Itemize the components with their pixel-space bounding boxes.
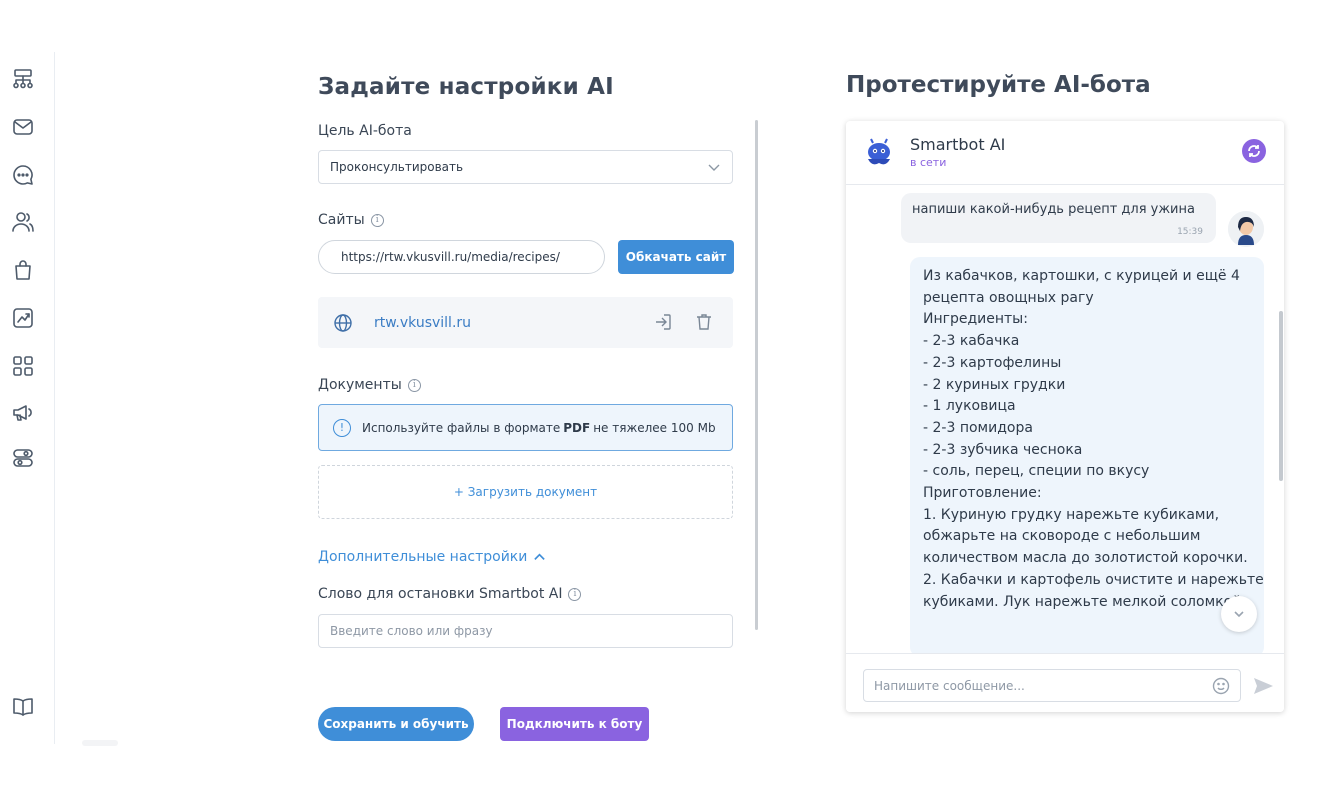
chat-footer: Напишите сообщение... xyxy=(846,653,1284,712)
mail-icon[interactable] xyxy=(10,114,36,140)
goal-label-text: Цель AI-бота xyxy=(318,123,412,139)
goal-select-value: Проконсультировать xyxy=(330,160,464,174)
bot-message-line: - 2-3 картофелины xyxy=(923,354,1062,371)
bot-message-line: Ингредиенты: xyxy=(923,311,1028,328)
site-url-value: https://rtw.vkusvill.ru/media/recipes/ xyxy=(341,250,560,264)
megaphone-icon[interactable] xyxy=(10,399,36,425)
user-message-time: 15:39 xyxy=(1177,227,1203,237)
chat-header: Smartbot AI в сети xyxy=(846,121,1284,185)
site-item-name[interactable]: rtw.vkusvill.ru xyxy=(374,315,471,331)
bot-message-line: Из кабачков, картошки, с курицей и ещё 4 xyxy=(923,268,1240,284)
chat-scrollbar[interactable] xyxy=(1279,311,1283,481)
site-url-input[interactable]: https://rtw.vkusvill.ru/media/recipes/ xyxy=(318,240,605,274)
bot-message-line: обжарьте на сковороде с небольшим xyxy=(923,528,1201,545)
info-icon[interactable]: i xyxy=(370,213,384,227)
bot-message-line: 2. Кабачки и картофель очистите и нарежь… xyxy=(923,571,1264,588)
goal-label: Цель AI-бота xyxy=(318,123,412,139)
bot-message-line: рецепта овощных рагу xyxy=(923,289,1094,306)
send-icon[interactable] xyxy=(1252,675,1274,697)
bot-message-line: - 2 куриных грудки xyxy=(923,376,1066,393)
advanced-settings-toggle[interactable]: Дополнительные настройки xyxy=(318,549,546,565)
bot-message-line: Приготовление: xyxy=(923,485,1042,502)
message-input-placeholder: Напишите сообщение... xyxy=(874,678,1025,693)
book-icon[interactable] xyxy=(10,694,36,720)
bot-name: Smartbot AI xyxy=(910,135,1006,154)
scroll-down-button[interactable] xyxy=(1221,596,1257,632)
info-icon[interactable]: i xyxy=(568,587,582,601)
settings-scrollbar[interactable] xyxy=(755,120,758,630)
user-message-text: напиши какой-нибудь рецепт для ужина xyxy=(912,202,1195,217)
stop-word-label: Слово для остановки Smartbot AI i xyxy=(318,586,582,602)
bot-message-line: - 2-3 зубчика чеснока xyxy=(923,441,1083,458)
advanced-settings-label: Дополнительные настройки xyxy=(318,549,528,565)
chevron-up-icon xyxy=(534,553,546,560)
notice-suffix: не тяжелее 100 Mb xyxy=(593,420,716,435)
message-input[interactable]: Напишите сообщение... xyxy=(863,669,1241,702)
documents-label: Документы i xyxy=(318,377,421,393)
bot-message-line: количеством масла до золотистой корочки. xyxy=(923,550,1248,567)
bot-message-line: - 2-3 кабачка xyxy=(923,333,1020,350)
bot-message-line: кубиками. Лук нарежьте мелкой соломкой. xyxy=(923,593,1246,610)
chevron-down-icon xyxy=(1234,611,1244,618)
stop-word-placeholder: Введите слово или фразу xyxy=(330,624,493,638)
settings-title: Задайте настройки AI xyxy=(318,74,614,100)
alert-circle-icon: ! xyxy=(333,418,351,437)
pdf-notice: ! Используйте файлы в формате PDF не тяж… xyxy=(318,404,733,451)
bot-message: Из кабачков, картошки, с курицей и ещё 4… xyxy=(910,257,1264,657)
user-message: напиши какой-нибудь рецепт для ужина 15:… xyxy=(901,193,1216,243)
chart-icon[interactable] xyxy=(10,305,36,331)
sitemap-icon[interactable] xyxy=(10,66,36,92)
goal-select[interactable]: Проконсультировать xyxy=(318,150,733,184)
grid-icon[interactable] xyxy=(10,353,36,379)
crawl-site-button[interactable]: Обкачать сайт xyxy=(618,240,734,274)
chat-bubble-icon[interactable] xyxy=(10,162,36,188)
stop-word-input[interactable]: Введите слово или фразу xyxy=(318,614,733,648)
sidebar xyxy=(0,52,55,744)
refresh-icon[interactable] xyxy=(1242,139,1266,163)
chat-title: Протестируйте AI-бота xyxy=(846,72,1151,98)
upload-document-button[interactable]: + Загрузить документ xyxy=(318,465,733,519)
site-list-item: rtw.vkusvill.ru xyxy=(318,297,733,348)
bot-message-line: - соль, перец, специи по вкусу xyxy=(923,463,1150,480)
documents-label-text: Документы xyxy=(318,377,402,393)
bot-status: в сети xyxy=(910,156,947,169)
chat-widget: Smartbot AI в сети напиши какой-нибудь р… xyxy=(846,121,1284,712)
stop-word-label-text: Слово для остановки Smartbot AI xyxy=(318,586,563,602)
bot-message-line: 1. Куриную грудку нарежьте кубиками, xyxy=(923,506,1220,523)
chevron-down-icon xyxy=(707,160,721,174)
notice-prefix: Используйте файлы в формате xyxy=(362,420,561,435)
trash-icon[interactable] xyxy=(694,312,716,334)
info-icon[interactable]: i xyxy=(407,378,421,392)
login-icon[interactable] xyxy=(653,312,675,334)
bot-avatar-icon xyxy=(864,137,894,167)
connect-to-bot-button[interactable]: Подключить к боту xyxy=(500,707,649,741)
globe-icon xyxy=(333,313,353,333)
users-icon[interactable] xyxy=(10,209,36,235)
sites-label-text: Сайты xyxy=(318,212,365,228)
emoji-icon[interactable] xyxy=(1212,677,1230,695)
notice-format: PDF xyxy=(563,420,591,435)
save-and-train-button[interactable]: Сохранить и обучить xyxy=(318,707,474,741)
sidebar-collapse-handle[interactable] xyxy=(82,740,118,746)
sites-label: Сайты i xyxy=(318,212,384,228)
bot-message-line: - 2-3 помидора xyxy=(923,419,1033,436)
user-avatar xyxy=(1228,211,1264,247)
toggles-icon[interactable] xyxy=(10,445,36,471)
shopping-bag-icon[interactable] xyxy=(10,257,36,283)
bot-message-line: - 1 луковица xyxy=(923,398,1016,415)
